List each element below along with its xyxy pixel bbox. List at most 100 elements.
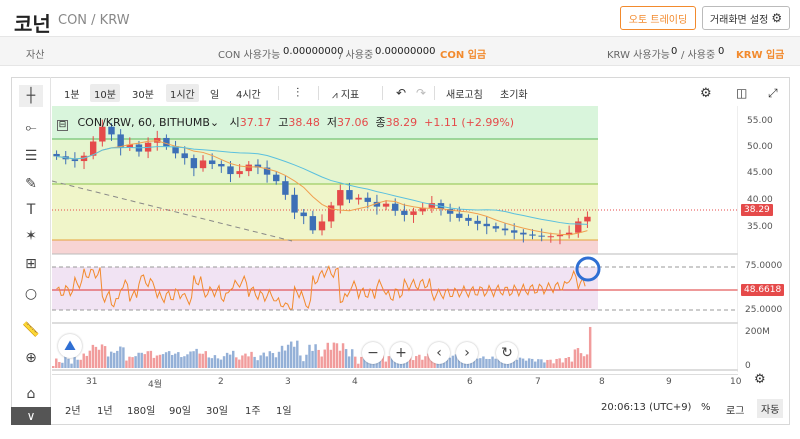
reset-button[interactable]: 초기화 (496, 84, 532, 102)
redo-icon[interactable]: ↷ (412, 84, 430, 102)
refresh-button[interactable]: 새로고침 (442, 84, 487, 102)
volume-tick: 0 (745, 361, 751, 371)
time-tick: 9 (666, 377, 672, 387)
volume-bar (195, 348, 198, 368)
brush-icon[interactable]: ✎ (19, 173, 43, 195)
auto-trading-button[interactable]: 오토 트레이딩 (620, 6, 696, 30)
axis-settings-icon[interactable]: ⚙ (754, 372, 766, 387)
candle-body (163, 137, 170, 147)
settings-gear-icon[interactable]: ⚙ (696, 84, 716, 102)
candle-body (199, 160, 207, 169)
line-tool-icon[interactable]: ⟜ (19, 117, 43, 139)
undo-icon[interactable]: ↶ (392, 84, 410, 102)
drawing-toolbar: ┼ ⟜ ☰ ✎ T ✶ ⊞ ○ 📏 ⊕ ⌂ (11, 77, 51, 407)
time-tick: 31 (86, 377, 98, 387)
pattern-tool-icon[interactable]: ✶ (19, 225, 43, 247)
time-tick: 2 (218, 377, 224, 387)
tradingview-logo-icon[interactable]: ⛰ (58, 334, 82, 358)
volume-bar (311, 350, 314, 368)
time-axis[interactable]: 31 4월 2 3 4 6 7 8 9 10 (52, 374, 741, 390)
range-30d[interactable]: 30일 (206, 402, 228, 417)
krw-deposit-link[interactable]: KRW 입금 (736, 46, 784, 61)
reset-view-icon[interactable]: ↻ (496, 342, 518, 364)
interval-day[interactable]: 일 (206, 84, 223, 102)
screen-settings-button[interactable]: 거래화면 설정 ⚙ (702, 6, 790, 30)
volume-bar (256, 360, 259, 368)
interval-1m[interactable]: 1분 (60, 84, 84, 102)
chevron-down-icon[interactable]: ⌄ (210, 116, 219, 129)
range-1y[interactable]: 1년 (97, 402, 113, 417)
range-2y[interactable]: 2년 (65, 402, 81, 417)
fullscreen-icon[interactable]: ⤢ (764, 84, 782, 102)
volume-bar (527, 358, 531, 368)
volume-bar (116, 350, 119, 368)
range-1d[interactable]: 1일 (276, 402, 292, 417)
volume-bar (582, 356, 586, 368)
scroll-right-icon[interactable]: › (456, 342, 478, 364)
volume-bar (323, 349, 326, 368)
volume-bar (52, 366, 55, 368)
zoom-out-icon[interactable]: − (362, 342, 384, 364)
zoom-in-icon[interactable]: ⊕ (19, 347, 43, 369)
auto-toggle[interactable]: 자동 (757, 399, 784, 418)
percent-toggle[interactable]: % (701, 402, 711, 413)
candle-style-icon[interactable]: ⫶ (292, 84, 303, 102)
range-90d[interactable]: 90일 (169, 402, 191, 417)
con-in-use-value: 0.00000000 (375, 46, 436, 57)
candle-body (529, 234, 536, 236)
volume-bar (317, 349, 320, 368)
symbol-label[interactable]: CON/KRW, 60, BITHUMB (78, 116, 210, 129)
volume-bar (558, 358, 561, 368)
volume-bar (259, 355, 262, 368)
volume-bar (573, 349, 577, 368)
coin-name: 코넌 (14, 12, 51, 36)
volume-bar (183, 356, 186, 368)
interval-30m[interactable]: 30분 (128, 84, 158, 102)
clock-display[interactable]: 20:06:13 (UTC+9) (601, 402, 691, 413)
high-value: 38.48 (288, 116, 320, 129)
camera-icon[interactable]: ◫ (732, 84, 751, 102)
volume-bar (103, 346, 107, 368)
volume-bar (314, 344, 317, 368)
volume-bar (491, 356, 494, 368)
ruler-icon[interactable]: 📏 (19, 319, 43, 341)
range-180d[interactable]: 180일 (127, 402, 155, 417)
crosshair-icon[interactable]: ┼ (19, 85, 43, 107)
circle-tool-icon[interactable]: ○ (19, 283, 43, 305)
volume-bar (210, 358, 214, 368)
magnet-icon[interactable]: ⌂ (19, 383, 43, 405)
volume-bar (521, 358, 525, 368)
con-deposit-link[interactable]: CON 입금 (440, 46, 486, 61)
range-1w[interactable]: 1주 (245, 402, 261, 417)
collapse-icon[interactable]: ⊟ (57, 120, 68, 131)
fib-tool-icon[interactable]: ⊞ (19, 253, 43, 275)
volume-bar (488, 358, 491, 368)
volume-bar (146, 351, 150, 368)
candle-body (410, 211, 417, 215)
volume-bar (274, 357, 278, 368)
volume-bar (540, 359, 543, 368)
candle-body (456, 213, 463, 218)
volume-bar (204, 351, 207, 368)
volume-bar (537, 359, 540, 368)
rsi-current-tag: 48.6618 (741, 284, 785, 296)
volume-bar (268, 351, 272, 368)
scroll-left-icon[interactable]: ‹ (428, 342, 450, 364)
interval-4h[interactable]: 4시간 (232, 84, 265, 102)
price-chart[interactable] (52, 106, 738, 372)
chevron-down-icon[interactable]: ∨ (11, 407, 51, 425)
interval-10m[interactable]: 10분 (90, 84, 120, 102)
interval-1h[interactable]: 1시간 (166, 84, 199, 102)
parallel-lines-icon[interactable]: ☰ (19, 145, 43, 167)
volume-bar (534, 361, 537, 368)
zoom-in-button-icon[interactable]: + (390, 342, 412, 364)
log-toggle[interactable]: 로그 (726, 402, 744, 417)
open-label: 시 (229, 116, 240, 129)
text-tool-icon[interactable]: T (19, 199, 43, 221)
candle-body (392, 203, 399, 211)
volume-bar (530, 358, 534, 368)
indicator-button[interactable]: ⩘ 지표 (328, 84, 363, 102)
high-label: 고 (278, 116, 289, 129)
volume-bar (186, 354, 189, 368)
asset-bar: 자산 CON 사용가능 0.00000000 / 사용중 0.00000000 … (0, 36, 800, 66)
